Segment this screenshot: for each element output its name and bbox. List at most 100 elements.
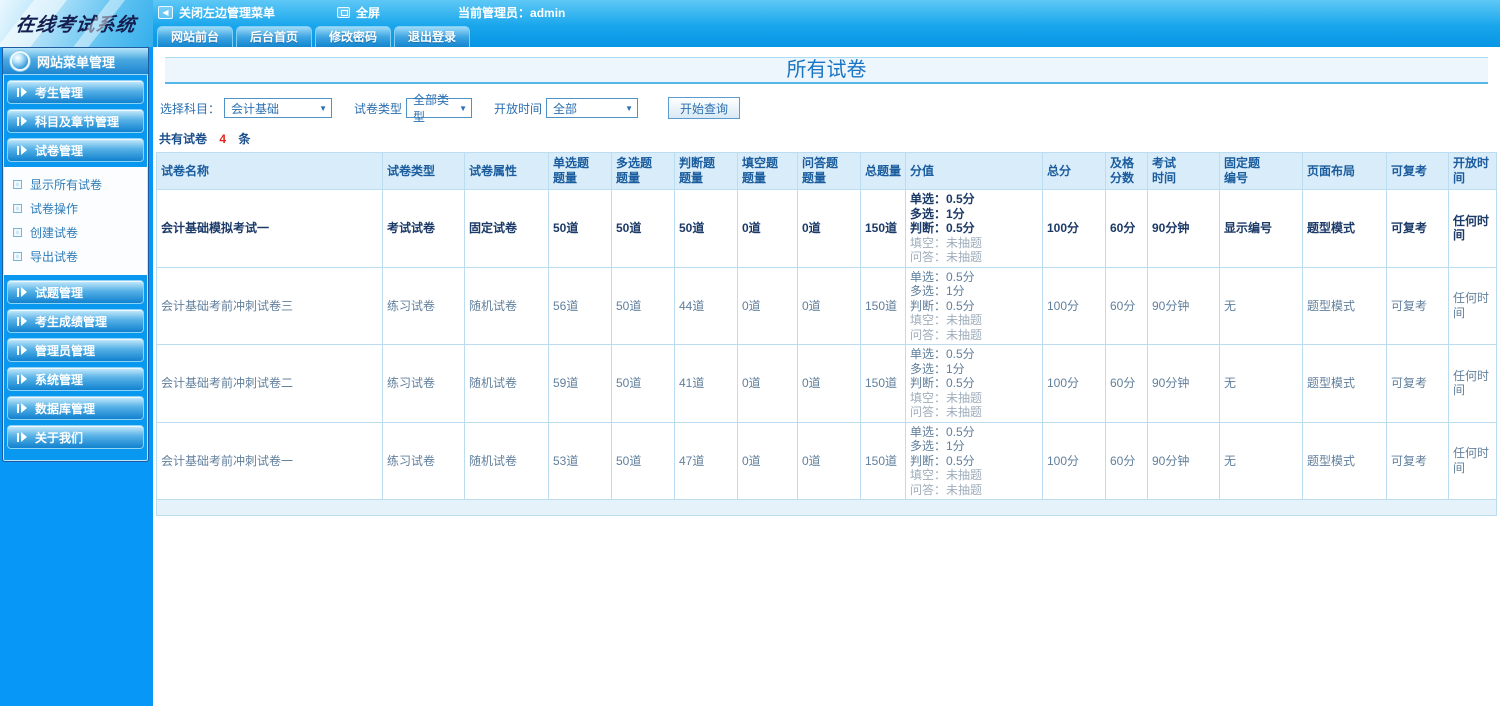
sidebar-section-button[interactable]: 系统管理 <box>7 367 144 391</box>
sidebar-section-button[interactable]: 数据库管理 <box>7 396 144 420</box>
sidebar-panel: 网站菜单管理 考生管理科目及章节管理试卷管理显示所有试卷试卷操作创建试卷 导出试卷… <box>2 47 149 462</box>
column-header: 试卷属性 <box>464 152 549 190</box>
sidebar-section-label: 试题管理 <box>35 285 84 300</box>
cell-exam-duration: 90分钟 <box>1147 344 1220 423</box>
cell-multi-count: 50道 <box>611 189 675 268</box>
cell-qa-count: 0道 <box>797 189 861 268</box>
score-line: 判断：0.5分 <box>910 298 975 313</box>
table-row: 会计基础考前冲刺试卷二 练习试卷 随机试卷 59道 50道 41道 0道 0道 150道 单选：0… <box>156 344 1497 423</box>
sidebar-header-label: 网站菜单管理 <box>37 54 116 70</box>
result-count-suffix: 条 <box>238 132 251 146</box>
play-icon <box>17 87 27 97</box>
cell-retake: 可复考 <box>1386 421 1449 500</box>
open-time-select-value: 全部 <box>553 101 578 116</box>
open-time-select[interactable]: 全部 ▼ <box>546 98 639 118</box>
sidebar-section-button[interactable]: 试题管理 <box>7 280 144 304</box>
cell-total-score: 100分 <box>1042 189 1106 268</box>
cell-total-count: 150道 <box>860 189 906 268</box>
sidebar-section-button[interactable]: 科目及章节管理 <box>7 109 144 133</box>
content-area: 所有试卷 选择科目： 会计基础 ▼ 试卷类型 全部类型 ▼ 开放时间 全部 ▼ … <box>153 47 1500 516</box>
type-select[interactable]: 全部类型 ▼ <box>406 93 473 124</box>
score-line: 多选：1分 <box>910 206 965 221</box>
play-icon-bar <box>17 87 19 97</box>
play-icon-bar <box>17 145 19 155</box>
cell-multi-count: 50道 <box>611 266 675 345</box>
fullscreen-label: 全屏 <box>356 6 381 20</box>
play-icon <box>17 345 27 355</box>
cell-paper-name: 会计基础考前冲刺试卷二 <box>156 344 383 423</box>
subject-select[interactable]: 会计基础 ▼ <box>224 98 333 118</box>
result-count-value: 4 <box>219 132 227 146</box>
score-line: 单选：0.5分 <box>910 192 975 206</box>
topbar-tab[interactable]: 网站前台 <box>157 26 234 47</box>
play-icon-triangle <box>21 345 27 355</box>
sidebar-subitem[interactable]: 导出试卷 <box>4 244 147 268</box>
cell-open-time: 任何时间 <box>1448 421 1497 500</box>
sidebar-section-label: 考生管理 <box>35 85 84 100</box>
cell-fixed-number: 显示编号 <box>1219 189 1303 268</box>
cell-total-count: 150道 <box>860 266 906 345</box>
cell-paper-type: 练习试卷 <box>382 344 465 423</box>
play-icon-bar <box>17 345 19 355</box>
column-header: 固定题 编号 <box>1219 152 1303 190</box>
fullscreen-control[interactable]: 全屏 <box>337 4 380 21</box>
sidebar-subitem-label: 试卷操作 <box>30 201 79 216</box>
topbar-tab[interactable]: 后台首页 <box>236 26 313 47</box>
sidebar-section-button[interactable]: 管理员管理 <box>7 338 144 362</box>
cell-paper-attr: 随机试卷 <box>464 421 549 500</box>
menu-sphere-icon <box>12 53 28 69</box>
column-header: 页面布局 <box>1302 152 1387 190</box>
cell-retake: 可复考 <box>1386 266 1449 345</box>
sidebar-section-button[interactable]: 关于我们 <box>7 425 144 449</box>
play-icon-triangle <box>21 87 27 97</box>
query-button[interactable]: 开始查询 <box>668 97 741 119</box>
cell-fixed-number: 无 <box>1219 344 1303 423</box>
score-line: 多选：1分 <box>910 284 965 298</box>
sidebar-subitem[interactable]: 试卷操作 <box>4 196 147 220</box>
cell-total-score: 100分 <box>1042 421 1106 500</box>
cell-pass-score: 60分 <box>1105 189 1148 268</box>
sidebar-section-button[interactable]: 考生管理 <box>7 80 144 104</box>
score-line: 单选：0.5分 <box>910 424 975 439</box>
sidebar-subitem[interactable]: 创建试卷 <box>4 220 147 244</box>
sidebar-section-label: 试卷管理 <box>35 143 84 158</box>
list-square-icon <box>13 227 22 237</box>
cell-paper-name: 会计基础考前冲刺试卷三 <box>156 266 383 345</box>
chevron-down-icon: ▼ <box>625 103 634 113</box>
cell-open-time: 任何时间 <box>1448 189 1497 268</box>
score-line: 填空：未抽题 <box>910 235 983 250</box>
play-icon-triangle <box>21 145 27 155</box>
play-icon <box>17 287 27 297</box>
collapse-menu-control[interactable]: ◀ 关闭左边管理菜单 <box>158 4 275 21</box>
cell-single-count: 59道 <box>548 344 612 423</box>
cell-single-count: 50道 <box>548 189 612 268</box>
column-header: 多选题 题量 <box>611 152 675 190</box>
open-time-filter-label: 开放时间 <box>494 101 543 116</box>
cell-total-score: 100分 <box>1042 266 1106 345</box>
score-line: 问答：未抽题 <box>910 250 983 264</box>
fullscreen-icon <box>337 7 351 18</box>
sidebar-section-button[interactable]: 考生成绩管理 <box>7 309 144 333</box>
topbar-tab[interactable]: 退出登录 <box>394 26 471 47</box>
app-root: 在线考试系统 网站菜单管理 考生管理科目及章节管理试卷管理显示所有试卷试卷操作创… <box>0 0 1500 706</box>
cell-paper-attr: 固定试卷 <box>464 189 549 268</box>
cell-fixed-number: 无 <box>1219 421 1303 500</box>
score-line: 问答：未抽题 <box>910 327 983 342</box>
topbar-tab[interactable]: 修改密码 <box>315 26 392 47</box>
play-icon <box>17 374 27 384</box>
play-icon-bar <box>17 287 19 297</box>
sidebar-subitem[interactable]: 显示所有试卷 <box>4 172 147 196</box>
sidebar-section-button[interactable]: 试卷管理 <box>7 138 144 162</box>
cell-score-values: 单选：0.5分 多选：1分 判断：0.5分 填空：未抽题 问答：未抽题 <box>905 266 1043 345</box>
app-logo-title: 在线考试系统 <box>14 14 138 36</box>
sidebar-section-label: 考生成绩管理 <box>35 314 108 329</box>
cell-paper-type: 练习试卷 <box>382 421 465 500</box>
column-header: 考试 时间 <box>1147 152 1220 190</box>
play-icon <box>17 432 27 442</box>
table-footer-cell <box>156 499 1497 516</box>
cell-page-layout: 题型模式 <box>1302 421 1387 500</box>
cell-multi-count: 50道 <box>611 344 675 423</box>
page-title: 所有试卷 <box>165 57 1488 84</box>
cell-paper-name: 会计基础模拟考试一 <box>156 189 383 268</box>
cell-blank-count: 0道 <box>737 189 798 268</box>
